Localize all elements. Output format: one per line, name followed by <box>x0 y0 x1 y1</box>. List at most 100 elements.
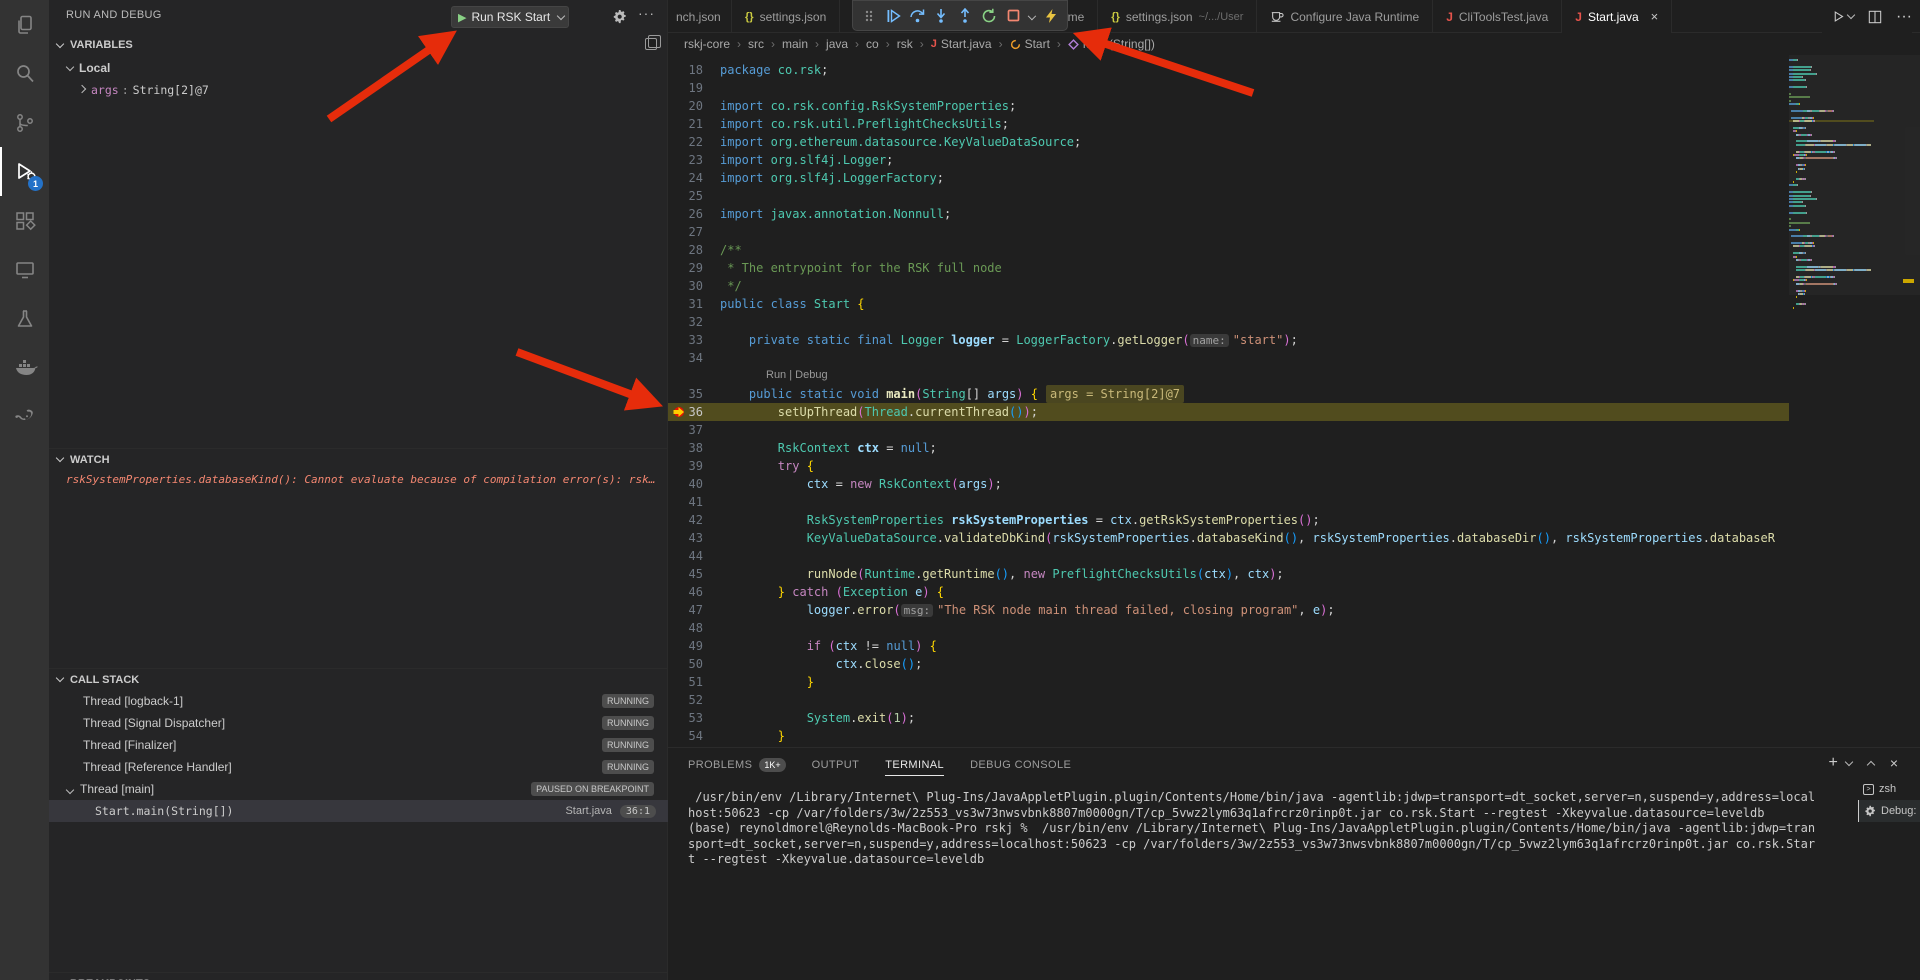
code-line-46[interactable]: 46 } catch (Exception e) { <box>668 583 1789 601</box>
code-line-52[interactable]: 52 <box>668 691 1789 709</box>
search-icon[interactable] <box>0 49 49 98</box>
breadcrumb-item[interactable]: main(String[]) <box>1068 37 1155 51</box>
code-line-26[interactable]: 26import javax.annotation.Nonnull; <box>668 205 1789 223</box>
code-editor[interactable]: 18package co.rsk;1920import co.rsk.confi… <box>668 55 1789 747</box>
variables-scope-local[interactable]: Local <box>49 57 668 79</box>
new-terminal-button[interactable]: + <box>1828 754 1837 772</box>
breadcrumb-item[interactable]: co <box>866 37 879 51</box>
panel-tab-output[interactable]: OUTPUT <box>812 759 860 775</box>
code-line-47[interactable]: 47 logger.error(msg:"The RSK node main t… <box>668 601 1789 619</box>
launch-configuration-dropdown[interactable]: ▶ Run RSK Start <box>451 6 569 28</box>
call-stack-thread[interactable]: Thread [Finalizer]RUNNING <box>49 734 668 756</box>
stop-dropdown-chevron-icon[interactable] <box>1028 11 1036 19</box>
tab-settings-json[interactable]: {}settings.json <box>732 0 840 33</box>
code-line-28[interactable]: 28/** <box>668 241 1789 259</box>
code-line-27[interactable]: 27 <box>668 223 1789 241</box>
testing-icon[interactable] <box>0 294 49 343</box>
codelens-run-debug[interactable]: Run | Debug <box>668 367 1789 385</box>
terminal-output[interactable]: /usr/bin/env /Library/Internet\ Plug-Ins… <box>688 790 1855 975</box>
breadcrumb-item[interactable]: main <box>782 37 808 51</box>
gripper-icon[interactable] <box>859 5 879 27</box>
call-stack-thread[interactable]: Thread [Reference Handler]RUNNING <box>49 756 668 778</box>
split-editor-button[interactable] <box>1868 10 1882 24</box>
code-line-29[interactable]: 29 * The entrypoint for the RSK full nod… <box>668 259 1789 277</box>
code-line-50[interactable]: 50 ctx.close(); <box>668 655 1789 673</box>
source-control-icon[interactable] <box>0 98 49 147</box>
continue-icon[interactable] <box>883 5 903 27</box>
stop-icon[interactable] <box>1003 5 1023 27</box>
step-into-icon[interactable] <box>931 5 951 27</box>
chevron-down-icon[interactable] <box>1845 757 1853 765</box>
code-line-39[interactable]: 39 try { <box>668 457 1789 475</box>
gradle-icon[interactable] <box>0 392 49 441</box>
code-line-40[interactable]: 40 ctx = new RskContext(args); <box>668 475 1789 493</box>
terminal-tab-debug-start[interactable]: Debug: Start <box>1858 800 1920 822</box>
panel-tab-debug-console[interactable]: DEBUG CONSOLE <box>970 759 1071 775</box>
tab-configure-java-runtime[interactable]: Configure Java Runtime <box>1257 0 1433 33</box>
code-line-33[interactable]: 33 private static final Logger logger = … <box>668 331 1789 349</box>
close-icon[interactable]: × <box>1651 9 1659 24</box>
code-line-53[interactable]: 53 System.exit(1); <box>668 709 1789 727</box>
restart-icon[interactable] <box>979 5 999 27</box>
docker-icon[interactable] <box>0 343 49 392</box>
code-line-54[interactable]: 54 } <box>668 727 1789 745</box>
code-line-30[interactable]: 30 */ <box>668 277 1789 295</box>
more-actions-icon[interactable]: ··· <box>638 5 655 21</box>
code-line-45[interactable]: 45 runNode(Runtime.getRuntime(), new Pre… <box>668 565 1789 583</box>
step-over-icon[interactable] <box>907 5 927 27</box>
breadcrumb-item[interactable]: rskj-core <box>684 37 730 51</box>
code-line-23[interactable]: 23import org.slf4j.Logger; <box>668 151 1789 169</box>
code-line-21[interactable]: 21import co.rsk.util.PreflightChecksUtil… <box>668 115 1789 133</box>
breadcrumb-item[interactable]: rsk <box>897 37 913 51</box>
remote-explorer-icon[interactable] <box>0 245 49 294</box>
code-line-22[interactable]: 22import org.ethereum.datasource.KeyValu… <box>668 133 1789 151</box>
tab-settings-json[interactable]: {}settings.json~/.../User <box>1098 0 1257 33</box>
code-line-24[interactable]: 24import org.slf4j.LoggerFactory; <box>668 169 1789 187</box>
code-line-25[interactable]: 25 <box>668 187 1789 205</box>
breakpoints-section-header[interactable]: BREAKPOINTS <box>49 972 668 980</box>
code-line-48[interactable]: 48 <box>668 619 1789 637</box>
code-line-38[interactable]: 38 RskContext ctx = null; <box>668 439 1789 457</box>
code-line-43[interactable]: 43 KeyValueDataSource.validateDbKind(rsk… <box>668 529 1789 547</box>
terminal-tab-zsh[interactable]: >zsh <box>1858 778 1920 800</box>
maximize-panel-icon[interactable] <box>1867 760 1875 768</box>
code-line-51[interactable]: 51 } <box>668 673 1789 691</box>
run-and-debug-icon[interactable]: 1 <box>0 147 49 196</box>
code-line-44[interactable]: 44 <box>668 547 1789 565</box>
call-stack-section-header[interactable]: CALL STACK <box>49 668 668 690</box>
code-line-42[interactable]: 42 RskSystemProperties rskSystemProperti… <box>668 511 1789 529</box>
breadcrumb-item[interactable]: JStart.java <box>931 37 992 51</box>
code-line-19[interactable]: 19 <box>668 79 1789 97</box>
tab-nch-json[interactable]: nch.json <box>668 0 732 33</box>
more-actions-icon[interactable]: ··· <box>1896 8 1912 26</box>
code-line-37[interactable]: 37 <box>668 421 1789 439</box>
watch-expression[interactable]: rskSystemProperties.databaseKind(): Cann… <box>66 473 656 486</box>
code-line-35[interactable]: 35 public static void main(String[] args… <box>668 385 1789 403</box>
explorer-icon[interactable] <box>0 0 49 49</box>
run-file-button[interactable] <box>1832 10 1854 23</box>
code-line-31[interactable]: 31public class Start { <box>668 295 1789 313</box>
tab-clitoolstest-java[interactable]: JCliToolsTest.java <box>1433 0 1562 33</box>
tab-start-java[interactable]: JStart.java× <box>1562 0 1672 33</box>
code-line-32[interactable]: 32 <box>668 313 1789 331</box>
panel-tab-problems[interactable]: PROBLEMS1K+ <box>688 758 786 776</box>
code-line-49[interactable]: 49 if (ctx != null) { <box>668 637 1789 655</box>
call-stack-frame[interactable]: Start.main(String[])Start.java36:1 <box>49 800 668 822</box>
step-out-icon[interactable] <box>955 5 975 27</box>
variable-args[interactable]: args : String[2]@7 <box>49 79 668 101</box>
hot-code-replace-icon[interactable] <box>1041 5 1061 27</box>
minimap[interactable] <box>1789 55 1874 747</box>
code-line-41[interactable]: 41 <box>668 493 1789 511</box>
breadcrumb-item[interactable]: java <box>826 37 848 51</box>
code-line-36[interactable]: 36 setUpThread(Thread.currentThread()); <box>668 403 1789 421</box>
call-stack-thread[interactable]: Thread [logback-1]RUNNING <box>49 690 668 712</box>
code-line-18[interactable]: 18package co.rsk; <box>668 61 1789 79</box>
code-line-34[interactable]: 34 <box>668 349 1789 367</box>
call-stack-thread[interactable]: Thread [main]PAUSED ON BREAKPOINT <box>49 778 668 800</box>
panel-tab-terminal[interactable]: TERMINAL <box>885 759 944 776</box>
close-panel-icon[interactable]: × <box>1890 755 1898 771</box>
extensions-icon[interactable] <box>0 196 49 245</box>
breadcrumb-item[interactable]: src <box>748 37 764 51</box>
breakpoint-paused-icon[interactable] <box>672 405 686 419</box>
breadcrumb-item[interactable]: Start <box>1010 37 1050 51</box>
